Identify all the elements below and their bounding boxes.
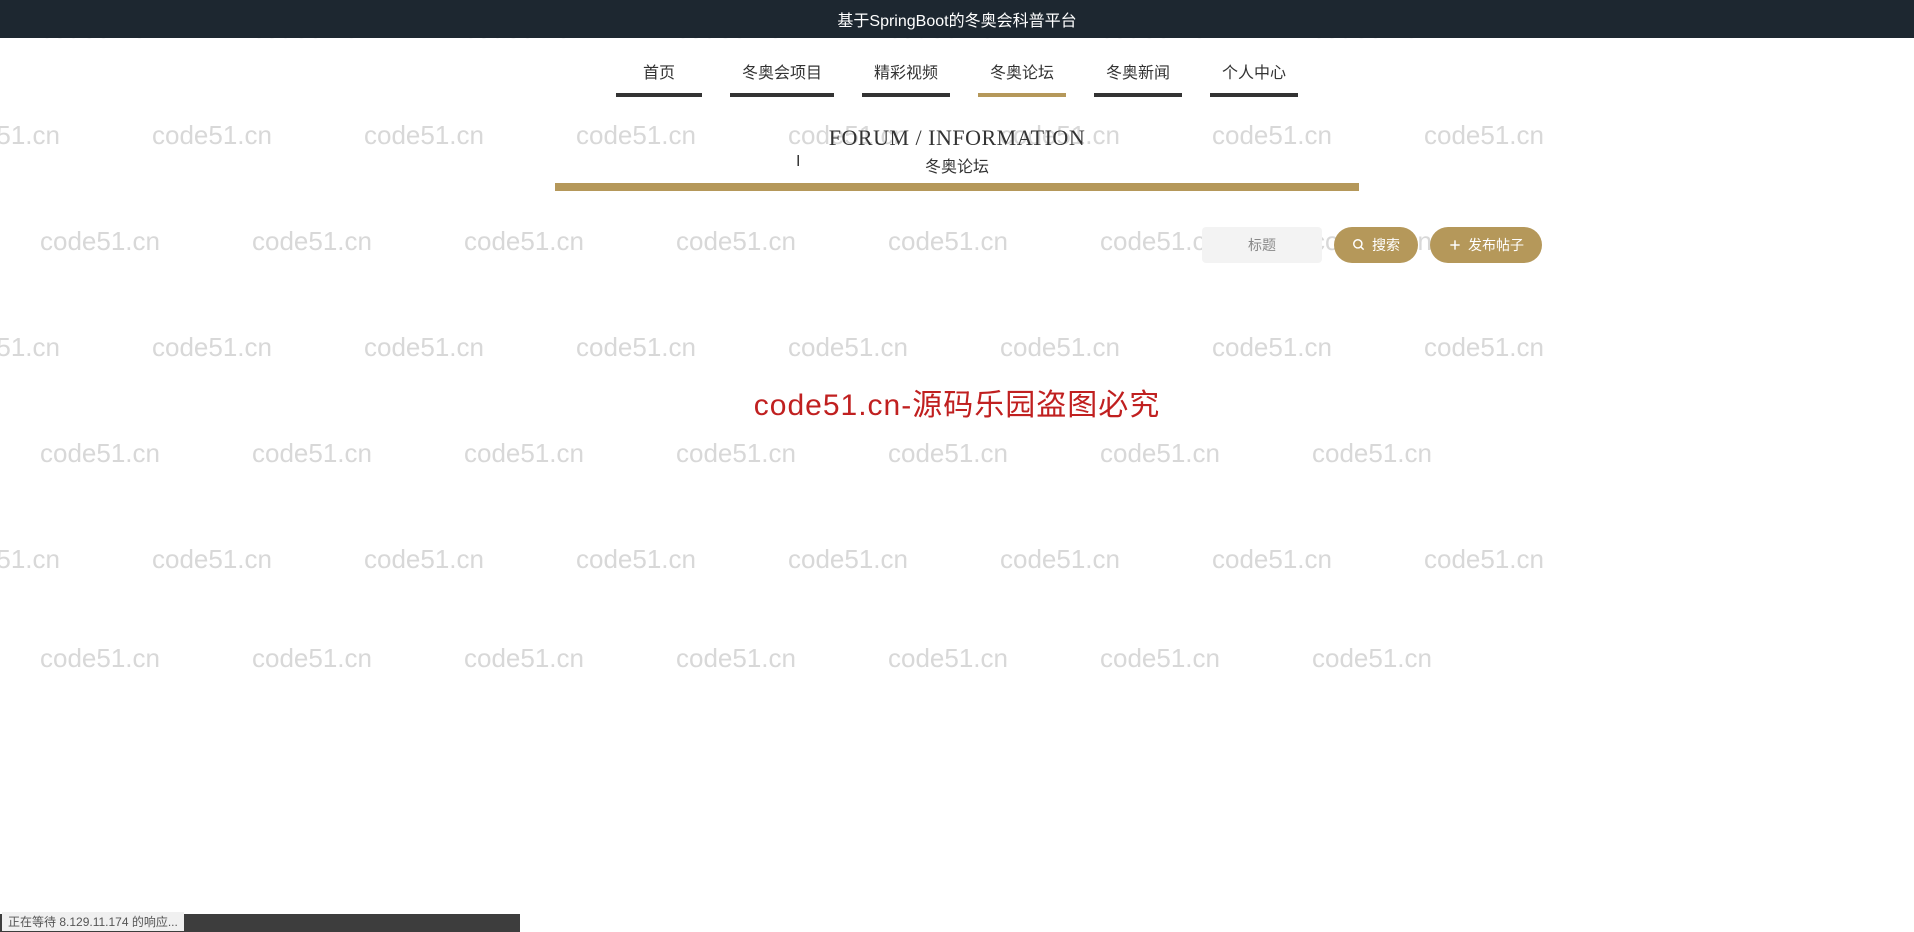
search-button[interactable]: 搜索 <box>1334 227 1418 263</box>
nav-home[interactable]: 首页 <box>616 53 702 97</box>
watermark-text: code51.cn <box>40 226 160 257</box>
watermark-text: code51.cn <box>364 544 484 575</box>
search-button-label: 搜索 <box>1372 235 1400 255</box>
watermark-text: code51.cn <box>252 226 372 257</box>
nav-label: 精彩视频 <box>874 65 938 82</box>
watermark-text: code51.cn <box>1312 438 1432 469</box>
watermark-text: code51.cn <box>464 438 584 469</box>
nav-profile[interactable]: 个人中心 <box>1210 53 1298 97</box>
search-icon <box>1352 238 1366 252</box>
watermark-text: code51.cn <box>364 332 484 363</box>
nav-label: 个人中心 <box>1222 65 1286 82</box>
nav-label: 冬奥会项目 <box>742 65 822 82</box>
nav-forum[interactable]: 冬奥论坛 <box>978 53 1066 97</box>
watermark-text: code51.cn <box>1312 643 1432 674</box>
watermark-text: code51.cn <box>252 643 372 674</box>
main-nav: 首页 冬奥会项目 精彩视频 冬奥论坛 冬奥新闻 个人中心 <box>0 38 1914 97</box>
create-post-label: 发布帖子 <box>1468 235 1524 255</box>
watermark-text: code51.cn <box>676 438 796 469</box>
watermark-text: code51.cn <box>1100 643 1220 674</box>
nav-news[interactable]: 冬奥新闻 <box>1094 53 1182 97</box>
section-title: FORUM / INFORMATION 冬奥论坛 <box>0 125 1914 191</box>
watermark-text: code51.cn <box>0 544 60 575</box>
nav-label: 首页 <box>643 65 675 82</box>
watermark-text: code51.cn <box>40 438 160 469</box>
nav-projects[interactable]: 冬奥会项目 <box>730 53 834 97</box>
watermark-text: code51.cn <box>1212 332 1332 363</box>
plus-icon <box>1448 238 1462 252</box>
watermark-text: code51.cn <box>1424 332 1544 363</box>
watermark-text: code51.cn <box>1424 544 1544 575</box>
watermark-text: code51.cn <box>788 544 908 575</box>
watermark-text: code51.cn <box>888 643 1008 674</box>
watermark-text: code51.cn <box>152 332 272 363</box>
watermark-notice: code51.cn-源码乐园盗图必究 <box>754 380 1160 424</box>
watermark-text: code51.cn <box>1000 332 1120 363</box>
nav-videos[interactable]: 精彩视频 <box>862 53 950 97</box>
watermark-text: code51.cn <box>0 332 60 363</box>
watermark-text: code51.cn <box>40 643 160 674</box>
section-title-english: FORUM / INFORMATION <box>0 125 1914 151</box>
forum-toolbar: 搜索 发布帖子 <box>362 227 1552 263</box>
nav-label: 冬奥新闻 <box>1106 65 1170 82</box>
watermark-text: code51.cn <box>1000 544 1120 575</box>
watermark-text: code51.cn <box>576 544 696 575</box>
watermark-text: code51.cn <box>464 643 584 674</box>
status-bar-text: 正在等待 8.129.11.174 的响应... <box>2 912 184 931</box>
watermark-text: code51.cn <box>1212 544 1332 575</box>
nav-label: 冬奥论坛 <box>990 65 1054 82</box>
section-title-chinese: 冬奥论坛 <box>0 153 1914 177</box>
watermark-text: code51.cn <box>788 332 908 363</box>
app-title: 基于SpringBoot的冬奥会科普平台 <box>837 7 1076 31</box>
watermark-text: code51.cn <box>576 332 696 363</box>
create-post-button[interactable]: 发布帖子 <box>1430 227 1542 263</box>
watermark-text: code51.cn <box>1100 438 1220 469</box>
watermark-text: code51.cn <box>888 438 1008 469</box>
title-underline <box>555 183 1359 191</box>
watermark-text: code51.cn <box>676 643 796 674</box>
search-input[interactable] <box>1202 227 1322 263</box>
watermark-text: code51.cn <box>252 438 372 469</box>
watermark-text: code51.cn <box>152 544 272 575</box>
header-bar: 基于SpringBoot的冬奥会科普平台 <box>0 0 1914 38</box>
